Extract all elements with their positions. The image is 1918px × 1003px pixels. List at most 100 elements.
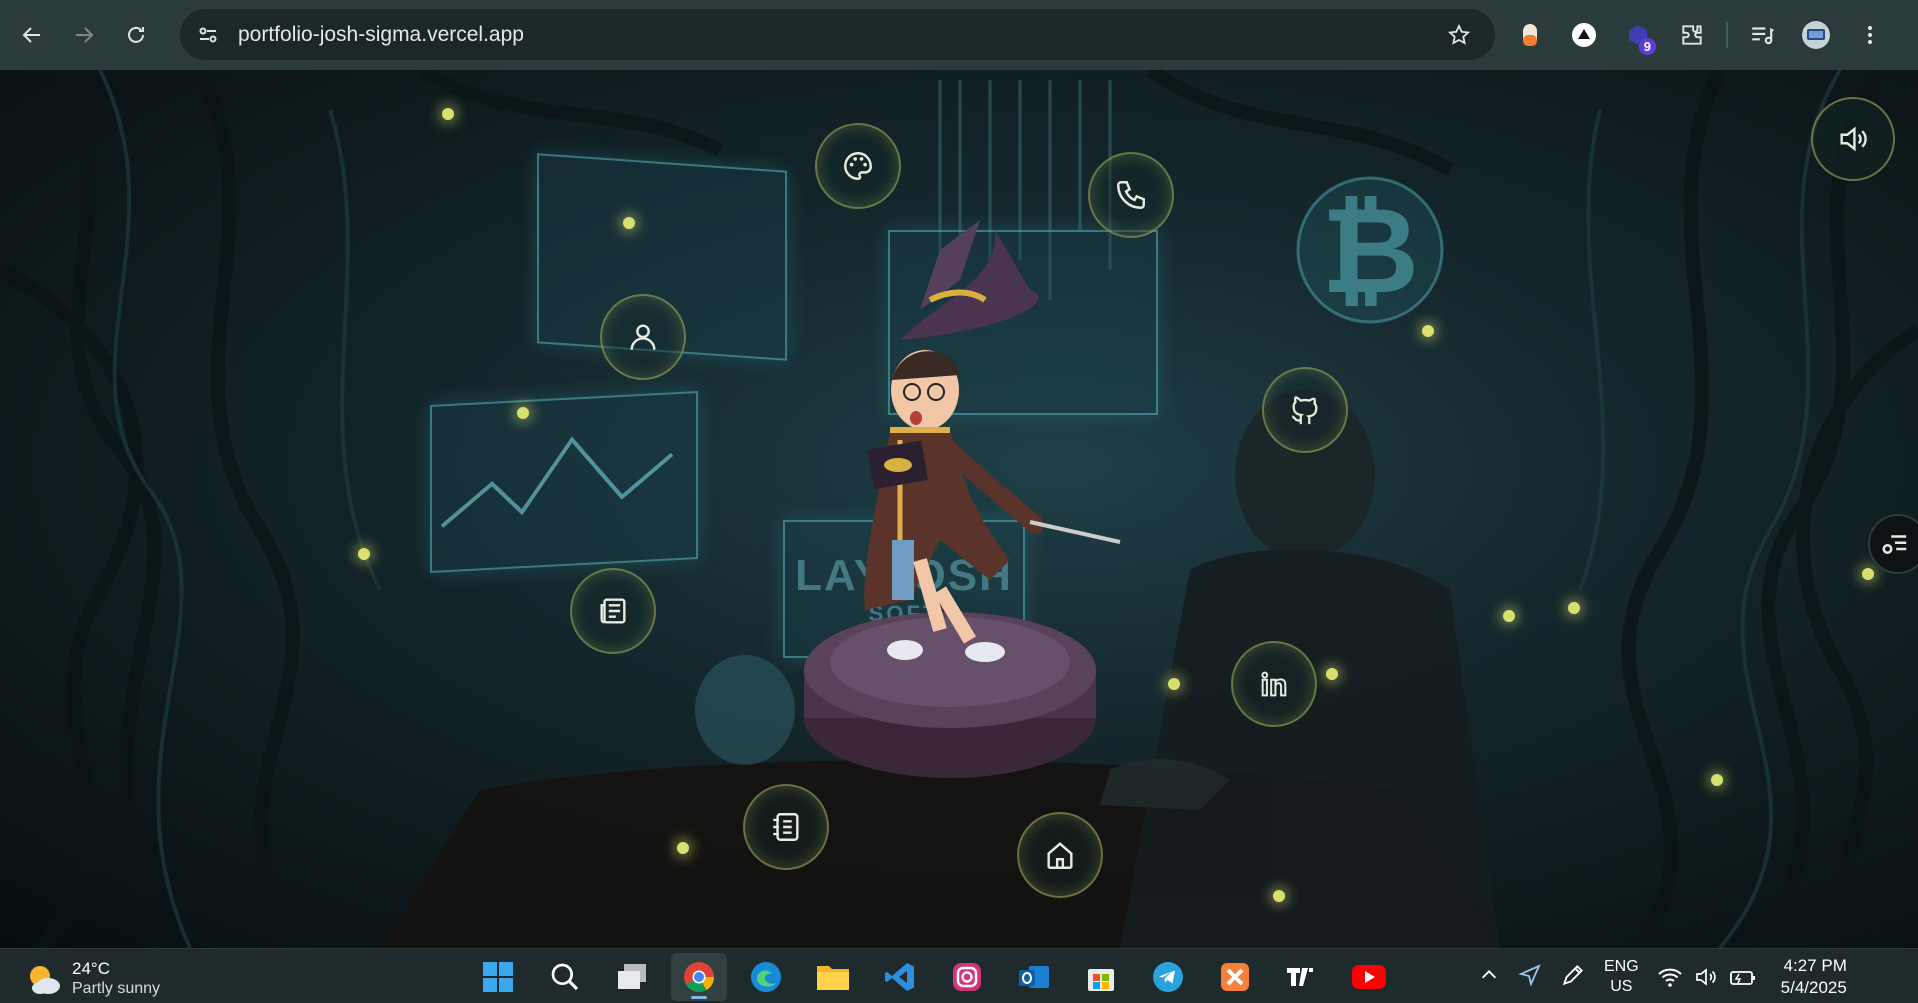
language-code: ENG [1604,958,1639,975]
bookmark-button[interactable] [1439,15,1479,55]
nav-blog-button[interactable] [570,568,656,654]
start-button[interactable] [470,953,526,1001]
media-controls-button[interactable] [1742,15,1782,55]
forward-icon [76,27,94,43]
user-icon [630,324,656,350]
firefly [358,548,370,560]
show-hidden-icons-button[interactable] [1478,964,1500,991]
firefly [1168,678,1180,690]
back-button[interactable] [12,15,52,55]
site-info-button[interactable] [190,17,226,53]
portfolio-page: ₿ LAYJOSH SOFT [0,70,1918,948]
file-explorer-icon [817,966,849,990]
menu-button[interactable] [1850,15,1890,55]
pen-icon [1562,964,1583,985]
vscode-icon [885,963,914,991]
telegram-app[interactable] [1140,953,1196,1001]
firefly [1273,890,1285,902]
taskbar-apps [470,953,1397,1001]
edge-app[interactable] [738,953,794,1001]
address-bar[interactable]: portfolio-josh-sigma.vercel.app [180,9,1495,60]
extension-pill-icon [1523,24,1537,46]
search-icon [551,963,579,991]
reload-icon [128,26,144,43]
nav-home-button[interactable] [1017,812,1103,898]
profile-icon [1802,21,1830,49]
github-icon [1291,396,1318,425]
firefly [517,407,529,419]
firefly [1503,610,1515,622]
phone-icon [1117,181,1145,209]
extensions-icon [1682,25,1702,45]
instagram-app[interactable] [939,953,995,1001]
sound-toggle-button[interactable] [1811,97,1895,181]
extension-3[interactable]: 9 [1618,15,1658,55]
tradingview-icon [1287,968,1313,986]
profile-button[interactable] [1796,15,1836,55]
extensions-button[interactable] [1672,15,1712,55]
firefly [677,842,689,854]
notebook-icon [773,813,799,841]
extension-1[interactable] [1510,15,1550,55]
extension-2[interactable] [1564,15,1604,55]
firefly [1711,774,1723,786]
input-language-indicator[interactable]: ENG US [1604,957,1639,997]
volume-icon [1840,126,1867,152]
nav-linkedin-button[interactable] [1231,641,1317,727]
weather-temperature: 24°C [72,959,110,978]
partly-sunny-icon [30,966,60,994]
location-icon [1518,963,1541,987]
taskbar-search-button[interactable] [537,953,593,1001]
chrome-app[interactable] [671,953,727,1001]
media-icon [1752,27,1774,45]
forward-button[interactable] [64,15,104,55]
reload-button[interactable] [116,15,156,55]
pen-tray-button[interactable] [1560,962,1586,993]
palette-icon [844,152,872,180]
task-view-icon [618,964,646,989]
edge-icon [751,962,781,992]
speaker-icon [1695,968,1716,986]
location-tray-button[interactable] [1518,963,1542,992]
telegram-icon [1153,962,1183,992]
nav-github-button[interactable] [1262,367,1348,453]
weather-condition: Partly sunny [72,980,161,997]
windows-taskbar: 24°C Partly sunny ENG US 4:27 PM 5/4/202… [0,948,1918,1003]
ms-store-app[interactable] [1073,953,1129,1001]
url-text[interactable]: portfolio-josh-sigma.vercel.app [238,23,1439,47]
nav-about-button[interactable] [600,294,686,380]
nav-contact-button[interactable] [1088,152,1174,238]
file-explorer-app[interactable] [805,953,861,1001]
weather-widget[interactable]: 24°C Partly sunny [26,959,160,999]
vscode-app[interactable] [872,953,928,1001]
youtube-icon [1352,965,1386,989]
nav-resume-button[interactable] [743,784,829,870]
hologram-chart-graphic [440,436,674,528]
home-icon [1047,842,1073,869]
xampp-icon [1221,963,1249,991]
firefly [1326,668,1338,680]
tradingview-app[interactable] [1274,953,1330,1001]
firefly [623,217,635,229]
quick-settings-button[interactable] [1657,965,1757,989]
windows-start-icon [483,962,513,992]
youtube-app[interactable] [1341,953,1397,1001]
outlook-app[interactable] [1006,953,1062,1001]
xampp-app[interactable] [1207,953,1263,1001]
clock-time: 4:27 PM [1783,956,1847,975]
toolbar-divider [1726,22,1728,48]
hologram-panel-chart [430,390,698,574]
newspaper-icon [600,598,626,624]
task-view-button[interactable] [604,953,660,1001]
system-tray: ENG US 4:27 PM 5/4/2025 [1478,953,1847,1001]
settings-list-icon [1882,535,1907,554]
extension-triangle-icon [1572,23,1596,47]
star-icon [1447,23,1471,45]
extensions-area: 9 [1510,15,1890,55]
browser-toolbar: portfolio-josh-sigma.vercel.app 9 [0,0,1918,70]
svg-text:₿: ₿ [1321,182,1419,321]
menu-icon [1868,26,1872,44]
taskbar-clock[interactable]: 4:27 PM 5/4/2025 [1781,955,1847,999]
nav-palette-button[interactable] [815,123,901,209]
firefly [1862,568,1874,580]
